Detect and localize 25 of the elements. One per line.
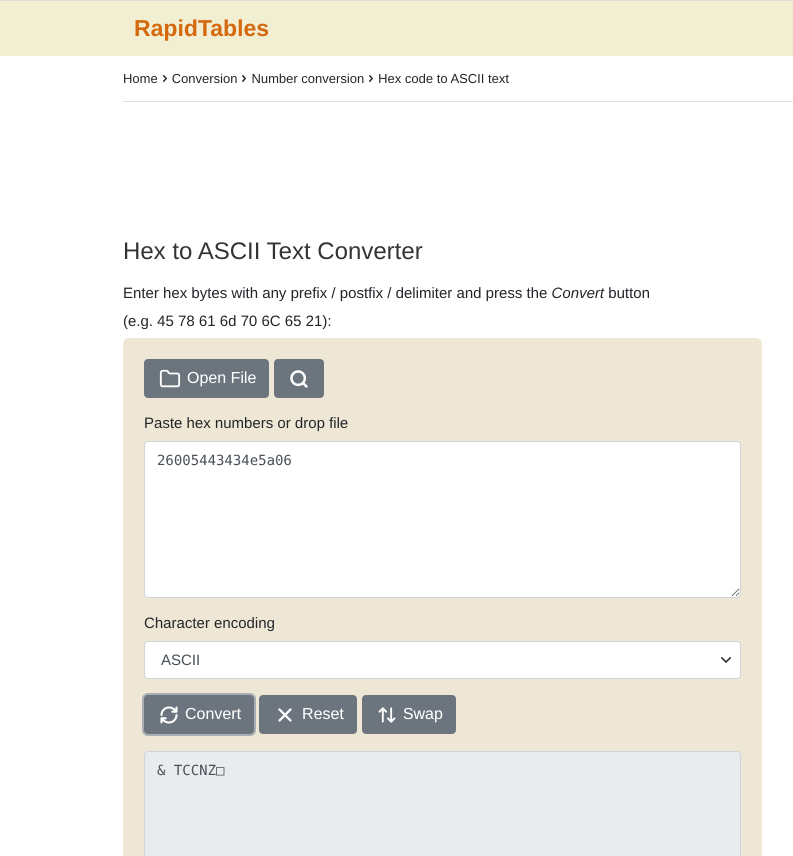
field-label: Character encoding xyxy=(144,614,276,634)
search-icon xyxy=(289,368,310,388)
breadcrumb-link[interactable]: Hex code to ASCII text xyxy=(378,71,509,86)
search-button[interactable] xyxy=(274,359,324,398)
output-field[interactable]: & TCCNZ□ xyxy=(144,751,741,856)
reset-button[interactable]: Reset xyxy=(259,695,357,734)
instruction-text: (e.g. 45 78 61 6d 70 6C 65 21): xyxy=(123,312,332,332)
chevron-right-icon xyxy=(162,75,167,82)
page-title: Hex to ASCII Text Converter xyxy=(123,237,424,267)
hex-input-field[interactable]: 26005443434e5a06 xyxy=(144,441,741,598)
swap-button[interactable]: Swap xyxy=(362,695,456,734)
field-label: Paste hex numbers or drop file xyxy=(144,414,350,434)
open-file-button[interactable]: Open File xyxy=(144,359,270,398)
up-down-arrows-icon xyxy=(376,704,397,724)
convert-button[interactable]: Convert xyxy=(144,695,254,734)
chevron-right-icon xyxy=(242,75,246,82)
refresh-icon xyxy=(159,704,179,724)
chevron-right-icon xyxy=(369,75,374,82)
encoding-select[interactable]: ASCII xyxy=(144,641,741,679)
chevron-down-icon xyxy=(721,657,731,663)
folder-icon xyxy=(159,368,181,390)
breadcrumb-link[interactable]: Number conversion xyxy=(251,71,364,86)
instruction-text: Enter hex bytes with any prefix / postfix / delimiter and press the Convert button xyxy=(123,284,651,304)
breadcrumb-link[interactable]: Conversion xyxy=(172,71,238,86)
breadcrumb-link[interactable]: Home xyxy=(123,71,158,86)
